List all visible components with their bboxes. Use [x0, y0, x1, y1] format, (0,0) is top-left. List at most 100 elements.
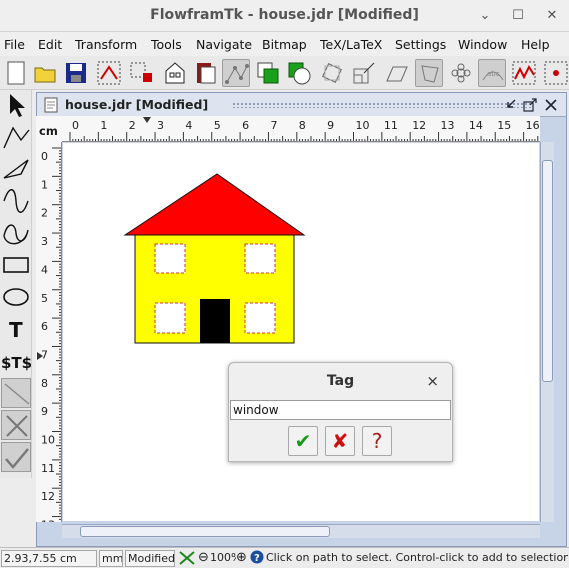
document-title: house.jdr [Modified]	[65, 97, 209, 112]
title-grip	[232, 102, 532, 108]
status-bar: 2.93,7.55 cm mm Modified ⊖ 100% ⊕ ? Clic…	[0, 547, 569, 568]
distort-icon[interactable]	[415, 59, 443, 87]
pattern-icon[interactable]	[447, 59, 475, 87]
text-path-icon[interactable]: abc	[478, 59, 506, 87]
drawing-canvas[interactable]	[63, 143, 539, 521]
document-title-bar: house.jdr [Modified]	[37, 93, 566, 117]
frame-iconify-icon[interactable]	[503, 97, 519, 113]
house-roof[interactable]	[123, 173, 306, 236]
ruler-label-y: 2	[41, 207, 48, 220]
finish-icon[interactable]	[1, 442, 31, 472]
help-info-icon[interactable]: ?	[250, 550, 264, 567]
ruler-label-y: 10	[41, 434, 55, 447]
shear-icon[interactable]	[383, 59, 411, 87]
vertical-scrollbar[interactable]	[540, 142, 554, 522]
ok-button[interactable]: ✔	[288, 426, 318, 456]
ruler-label-x: 15	[497, 119, 511, 132]
tag-dialog: Tag × ✔ ✘ ?	[228, 362, 453, 462]
rectangle-tool-icon[interactable]	[1, 250, 31, 280]
menu-window[interactable]: Window	[458, 37, 507, 52]
menu-settings[interactable]: Settings	[395, 37, 446, 52]
ruler-label-y: 9	[41, 405, 48, 418]
open-folder-icon[interactable]	[31, 59, 59, 87]
ellipse-tool-icon[interactable]	[1, 282, 31, 312]
ruler-label-y: 0	[41, 150, 48, 163]
split-text-icon[interactable]	[510, 59, 538, 87]
svg-text:?: ?	[254, 553, 260, 564]
ruler-label-x: 14	[469, 119, 483, 132]
new-icon[interactable]	[2, 59, 30, 87]
frame-maximize-icon[interactable]	[522, 97, 538, 113]
scale-icon[interactable]	[350, 59, 378, 87]
ruler-label-x: 16	[526, 119, 540, 132]
menu-tools[interactable]: Tools	[151, 37, 182, 52]
house-window-bottom-left[interactable]	[154, 302, 186, 334]
unit-label: cm	[36, 116, 62, 142]
ruler-label-x: 13	[441, 119, 455, 132]
ruler-label-x: 1	[100, 119, 107, 132]
menu-navigate[interactable]: Navigate	[196, 37, 252, 52]
menu-bar: File Edit Transform Tools Navigate Bitma…	[0, 32, 569, 56]
house-window-bottom-right[interactable]	[244, 302, 276, 334]
ruler-label-x: 9	[327, 119, 334, 132]
vertical-scroll-thumb[interactable]	[542, 160, 553, 382]
house-window-top-left[interactable]	[154, 243, 186, 274]
text-tool-icon[interactable]: T	[1, 314, 31, 344]
frame-close-icon[interactable]	[543, 97, 559, 113]
group-icon[interactable]	[161, 59, 189, 87]
help-button[interactable]: ?	[362, 426, 392, 456]
cursor-position: 2.93,7.55 cm	[1, 550, 97, 567]
ruler-label-x: 2	[129, 119, 136, 132]
close-window-button[interactable]: ✕	[541, 5, 563, 27]
title-bar: FlowframTk - house.jdr [Modified] ⌄ ☐ ✕	[0, 0, 569, 32]
ruler-label-x: 4	[185, 119, 192, 132]
menu-help[interactable]: Help	[521, 37, 550, 52]
ruler-label-x: 8	[299, 119, 306, 132]
menu-bitmap[interactable]: Bitmap	[262, 37, 307, 52]
menu-transform[interactable]: Transform	[75, 37, 137, 52]
more-toolbar-icon[interactable]	[542, 59, 569, 87]
ruler-label-x: 0	[72, 119, 79, 132]
ungroup-icon[interactable]	[193, 59, 221, 87]
cancel-button[interactable]: ✘	[325, 426, 355, 456]
svg-text:abc: abc	[487, 70, 500, 78]
menu-tex-latex[interactable]: TeX/LaTeX	[320, 37, 382, 52]
house-window-top-right[interactable]	[244, 243, 276, 274]
toolbar: abc	[0, 56, 569, 90]
zoom-out-icon[interactable]: ⊖	[198, 550, 210, 567]
open-curve-tool-icon[interactable]	[1, 186, 31, 216]
select-all-icon[interactable]	[95, 59, 123, 87]
gap-tool-icon[interactable]	[1, 378, 31, 408]
menu-file[interactable]: File	[4, 37, 25, 52]
app-window: FlowframTk - house.jdr [Modified] ⌄ ☐ ✕ …	[0, 0, 569, 568]
horizontal-scrollbar[interactable]	[62, 524, 540, 538]
zoom-in-icon[interactable]: ⊕	[236, 550, 248, 567]
tag-input[interactable]	[230, 400, 451, 420]
zoom-level: 100%	[210, 551, 236, 564]
snap-icon[interactable]	[178, 550, 196, 567]
unit-selector[interactable]: mm	[99, 550, 123, 567]
dialog-close-icon[interactable]: ×	[426, 372, 439, 390]
closed-line-tool-icon[interactable]	[1, 154, 31, 184]
save-icon[interactable]	[62, 59, 90, 87]
maximize-button[interactable]: ☐	[507, 5, 529, 27]
house-door[interactable]	[200, 299, 230, 343]
horizontal-scroll-thumb[interactable]	[80, 526, 330, 537]
ruler-label-y: 7	[41, 348, 48, 361]
rotate-icon[interactable]	[318, 59, 346, 87]
math-tool-icon[interactable]: $T$	[1, 346, 31, 376]
control-points-icon[interactable]	[222, 59, 250, 87]
minimize-button[interactable]: ⌄	[474, 5, 496, 27]
menu-edit[interactable]: Edit	[38, 37, 62, 52]
edit-path-icon[interactable]	[128, 59, 156, 87]
abandon-icon[interactable]	[1, 410, 31, 440]
select-tool-icon[interactable]	[1, 90, 31, 120]
move-to-front-icon[interactable]	[254, 59, 282, 87]
open-line-tool-icon[interactable]	[1, 122, 31, 152]
status-message: Click on path to select. Control-click t…	[266, 551, 568, 564]
closed-curve-tool-icon[interactable]	[1, 218, 31, 248]
ruler-label-y: 12	[41, 490, 55, 503]
move-to-back-icon[interactable]	[285, 59, 313, 87]
ruler-label-x: 7	[270, 119, 277, 132]
ruler-label-x: 6	[242, 119, 249, 132]
